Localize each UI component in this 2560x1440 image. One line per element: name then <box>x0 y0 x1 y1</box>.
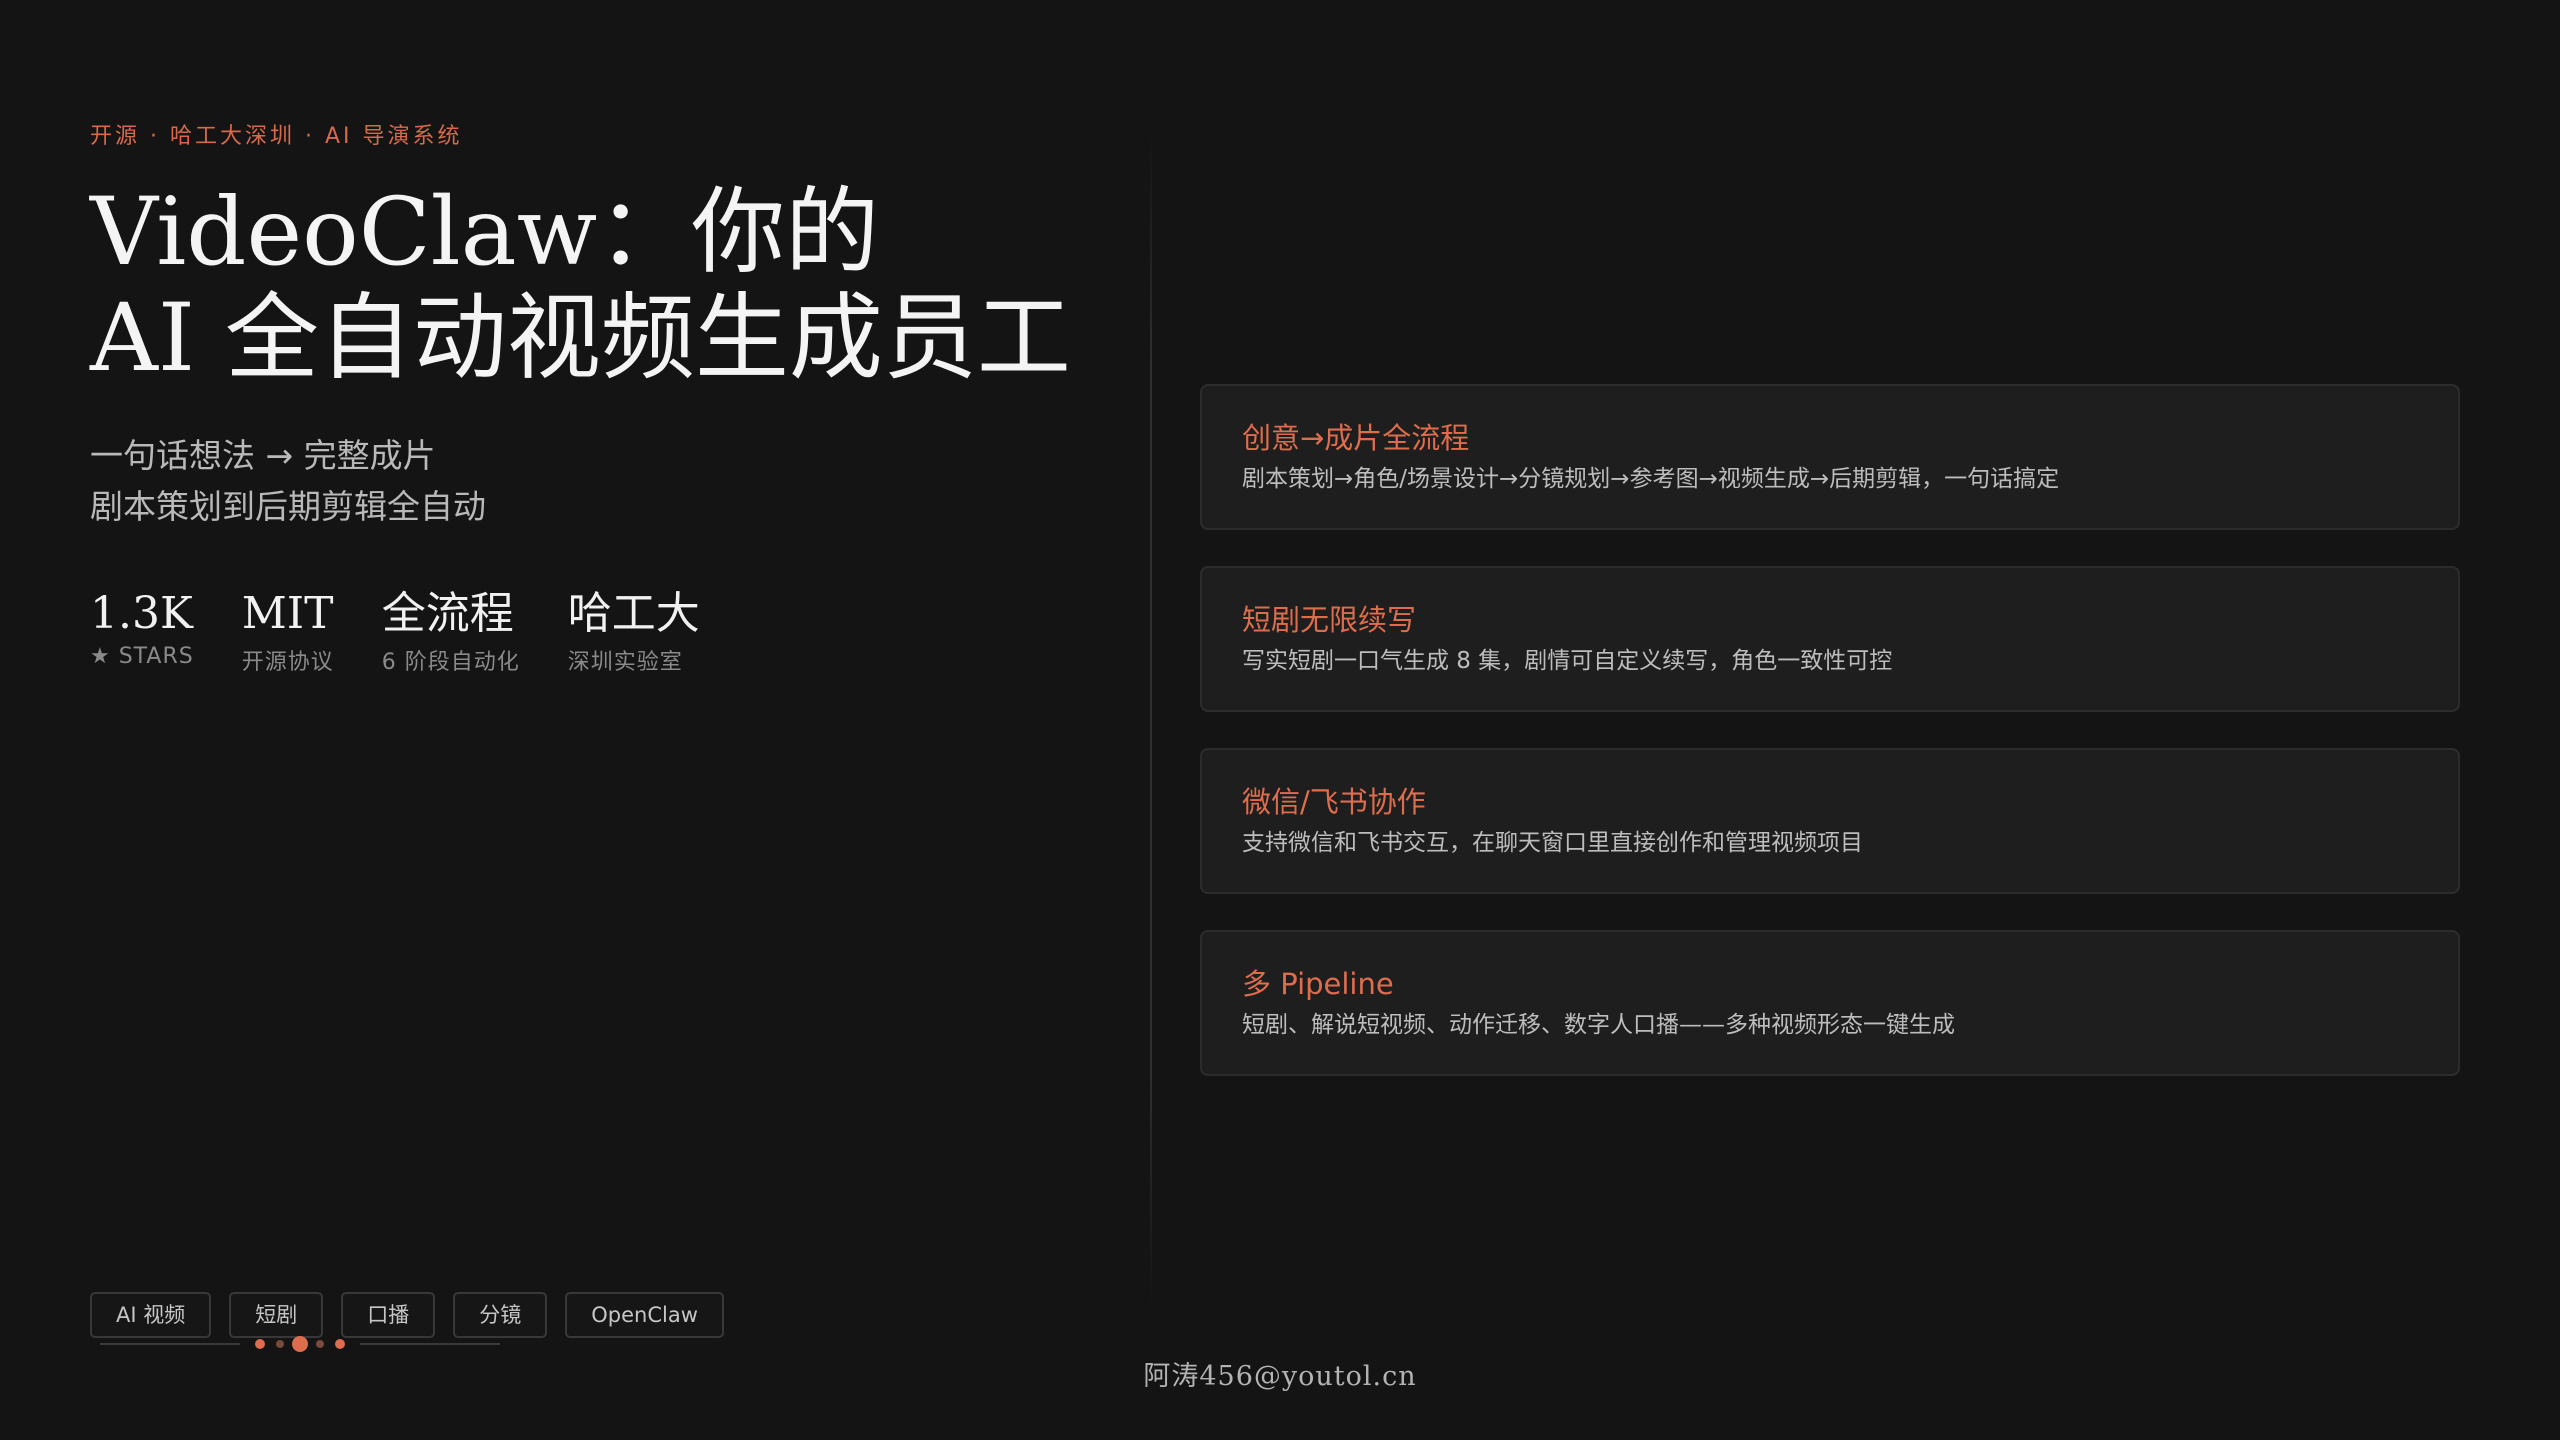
tag-ai-video: AI 视频 <box>90 1292 212 1338</box>
feature-title: 创意→成片全流程 <box>1242 421 1470 455</box>
page-title: VideoClaw：你的 AI 全自动视频生成员工 <box>90 180 1071 392</box>
feature-description: 短剧、解说短视频、动作迁移、数字人口播——多种视频形态一键生成 <box>1242 1012 1955 1038</box>
stat-label: 深圳实验室 <box>567 650 683 675</box>
footer-credit: 阿涛456@youtol.cn <box>1143 1361 1417 1392</box>
stat-license: MIT 开源协议 <box>242 586 334 676</box>
tag-storyboard: 分镜 <box>453 1292 548 1338</box>
feature-description: 写实短剧一口气生成 8 集，剧情可自定义续写，角色一致性可控 <box>1242 648 1893 674</box>
title-line-2: AI 全自动视频生成员工 <box>90 284 1071 393</box>
feature-title: 短剧无限续写 <box>1242 603 1417 637</box>
stat-stars: 1.3K ★ STARS <box>90 586 194 676</box>
tag-voiceover: 口播 <box>341 1292 436 1338</box>
feature-card-multi-pipeline: 多 Pipeline 短剧、解说短视频、动作迁移、数字人口播——多种视频形态一键… <box>1200 930 2460 1076</box>
feature-card-short-drama: 短剧无限续写 写实短剧一口气生成 8 集，剧情可自定义续写，角色一致性可控 <box>1200 566 2460 712</box>
feature-card-collaboration: 微信/飞书协作 支持微信和飞书交互，在聊天窗口里直接创作和管理视频项目 <box>1200 748 2460 894</box>
eyebrow-label: 开源 · 哈工大深圳 · AI 导演系统 <box>90 124 463 149</box>
tag-openclaw: OpenClaw <box>565 1292 724 1338</box>
feature-description: 支持微信和飞书交互，在聊天窗口里直接创作和管理视频项目 <box>1242 830 1863 856</box>
tag-list: AI 视频 短剧 口播 分镜 OpenClaw <box>90 1292 742 1338</box>
stat-lab: 哈工大 深圳实验室 <box>568 586 700 676</box>
feature-card-full-pipeline: 创意→成片全流程 剧本策划→角色/场景设计→分镜规划→参考图→视频生成→后期剪辑… <box>1200 384 2460 530</box>
subtitle: 一句话想法 → 完整成片 剧本策划到后期剪辑全自动 <box>90 430 486 532</box>
stat-label: ★ STARS <box>90 644 194 669</box>
stat-label: 开源协议 <box>241 650 334 675</box>
feature-title: 微信/飞书协作 <box>1242 785 1426 819</box>
stat-pipeline: 全流程 6 阶段自动化 <box>382 586 520 676</box>
tag-short-drama: 短剧 <box>229 1292 324 1338</box>
subtitle-line-1: 一句话想法 → 完整成片 <box>90 436 436 475</box>
stats-row: 1.3K ★ STARS MIT 开源协议 全流程 6 阶段自动化 哈工大 深圳… <box>90 586 748 676</box>
stat-value: 1.3K <box>90 588 193 639</box>
stat-value: MIT <box>241 588 334 639</box>
vertical-divider <box>1150 130 1152 1310</box>
decorative-dots-divider <box>100 1336 500 1352</box>
feature-list: 创意→成片全流程 剧本策划→角色/场景设计→分镜规划→参考图→视频生成→后期剪辑… <box>1200 384 2460 1112</box>
stat-value: 哈工大 <box>567 588 700 639</box>
subtitle-line-2: 剧本策划到后期剪辑全自动 <box>90 487 486 526</box>
feature-description: 剧本策划→角色/场景设计→分镜规划→参考图→视频生成→后期剪辑，一句话搞定 <box>1242 466 2060 492</box>
stat-label: 6 阶段自动化 <box>381 650 520 675</box>
stat-value: 全流程 <box>381 588 514 639</box>
feature-title: 多 Pipeline <box>1242 967 1394 1001</box>
title-line-1: VideoClaw：你的 <box>90 178 880 287</box>
